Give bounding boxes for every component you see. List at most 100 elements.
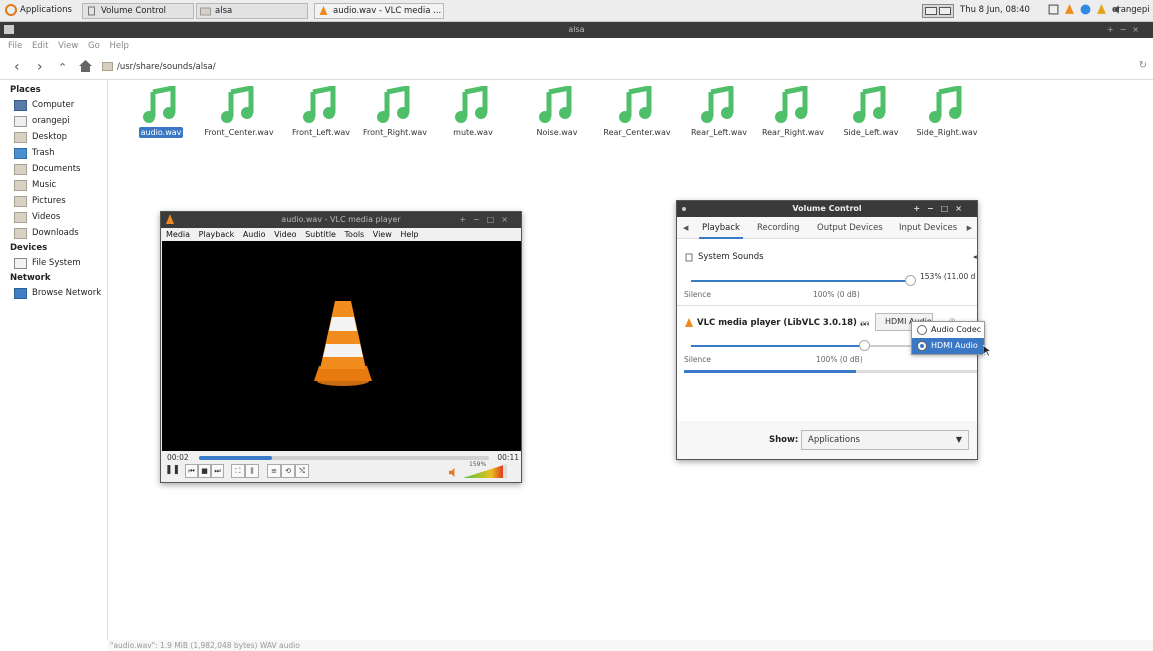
menu-file[interactable]: File (8, 41, 22, 51)
fullscreen-button[interactable]: ⛶ (231, 464, 245, 478)
tab-playback[interactable]: Playback (699, 217, 743, 239)
radio-hdmi-audio[interactable] (917, 341, 927, 351)
vlc-menu-tools[interactable]: Tools (345, 230, 365, 239)
sidebar-item-videos[interactable]: Videos (0, 209, 107, 225)
vlc-menu-video[interactable]: Video (274, 230, 296, 239)
forward-icon[interactable]: › (37, 59, 43, 75)
vlc-controls: ❚❚ ⏮ ■ ⏭ ⛶ ⫼ ≡ ⟲ ⤭ 159% (165, 461, 519, 480)
menu-help[interactable]: Help (109, 41, 128, 51)
file-manager-titlebar[interactable]: alsa +−× (0, 22, 1153, 38)
audio-file-icon (221, 86, 254, 123)
mouse-cursor-icon (983, 345, 992, 357)
clipboard-icon[interactable] (1048, 4, 1059, 15)
next-button[interactable]: ⏭ (211, 464, 224, 478)
menu-view[interactable]: View (58, 41, 78, 51)
user-name[interactable]: orangepi (1112, 5, 1150, 15)
volume-control-titlebar[interactable]: Volume Control +−□× (677, 201, 977, 217)
task-vlc[interactable]: audio.wav - VLC media ... (314, 3, 444, 19)
menu-edit[interactable]: Edit (32, 41, 48, 51)
sidebar-item-downloads[interactable]: Downloads (0, 225, 107, 241)
total-time: 00:11 (497, 453, 519, 462)
task-alsa-folder[interactable]: alsa (196, 3, 308, 19)
file-item[interactable]: Rear_Right.wav (750, 86, 836, 138)
workspace-switcher[interactable] (922, 4, 954, 18)
workspace-1[interactable] (925, 7, 937, 15)
file-item[interactable]: Front_Center.wav (196, 86, 282, 138)
vlc-titlebar[interactable]: audio.wav - VLC media player +−□× (161, 212, 521, 228)
window-menu-icon[interactable] (682, 207, 686, 211)
folder-icon (200, 7, 211, 16)
window-controls[interactable]: +−× (1107, 22, 1145, 38)
applications-icon (5, 4, 17, 16)
sidebar-item-pictures[interactable]: Pictures (0, 193, 107, 209)
file-item[interactable]: Noise.wav (514, 86, 600, 138)
shuffle-button[interactable]: ⤭ (295, 464, 309, 478)
vlc-cone-logo (314, 301, 372, 386)
stop-button[interactable]: ■ (198, 464, 211, 478)
system-sounds-slider[interactable] (905, 275, 916, 286)
vlc-menu-audio[interactable]: Audio (243, 230, 266, 239)
tabs-scroll-left-icon[interactable]: ◀ (683, 217, 688, 239)
vlc-menu-subtitle[interactable]: Subtitle (305, 230, 336, 239)
sidebar-item-file-system[interactable]: File System (0, 255, 107, 271)
audio-file-icon (853, 86, 886, 123)
update-icon[interactable] (1096, 4, 1107, 15)
vlc-cone-icon (319, 6, 328, 15)
tab-recording[interactable]: Recording (757, 217, 800, 239)
task-volume-control[interactable]: Volume Control (82, 3, 194, 19)
system-sounds-100-mark: 100% (0 dB) (813, 290, 860, 299)
workspace-2[interactable] (939, 7, 951, 15)
window-controls[interactable]: +−□× (913, 201, 969, 217)
vlc-menu-media[interactable]: Media (166, 230, 190, 239)
extended-settings-button[interactable]: ⫼ (245, 464, 259, 478)
applications-menu[interactable]: Applications (2, 3, 84, 19)
volume-control[interactable]: 159% (449, 461, 507, 478)
device-option-audio-codec[interactable]: Audio Codec (912, 322, 984, 338)
vlc-stream-slider-fill (691, 345, 863, 347)
file-item[interactable]: Rear_Center.wav (594, 86, 680, 138)
sidebar-item-documents[interactable]: Documents (0, 161, 107, 177)
vlc-video-area[interactable] (162, 241, 521, 451)
tabs-scroll-right-icon[interactable]: ▶ (967, 217, 972, 239)
show-filter-bar: Show: Applications ▼ (677, 423, 977, 459)
menu-go[interactable]: Go (88, 41, 100, 51)
file-item[interactable]: audio.wav (118, 86, 204, 138)
back-icon[interactable]: ‹ (14, 59, 20, 75)
location-path[interactable]: /usr/share/sounds/alsa/ (117, 62, 216, 72)
vlc-tray-icon[interactable] (1064, 4, 1075, 15)
window-controls[interactable]: +−□× (459, 212, 515, 228)
pause-button[interactable]: ❚❚ (165, 464, 180, 478)
vlc-menu-playback[interactable]: Playback (199, 230, 235, 239)
sidebar-item-trash[interactable]: Trash (0, 145, 107, 161)
sidebar-item-browse-network[interactable]: Browse Network (0, 285, 107, 301)
up-icon[interactable]: ⌃ (58, 61, 67, 74)
sidebar-item-desktop[interactable]: Desktop (0, 129, 107, 145)
drive-icon (14, 258, 27, 269)
file-item[interactable]: mute.wav (430, 86, 516, 138)
reload-icon[interactable]: ↻ (1139, 60, 1147, 71)
file-item[interactable]: Side_Right.wav (904, 86, 990, 138)
file-item[interactable]: Side_Left.wav (828, 86, 914, 138)
vlc-menu-help[interactable]: Help (400, 230, 418, 239)
seek-slider[interactable] (199, 456, 489, 460)
volume-slider[interactable] (463, 464, 507, 478)
previous-button[interactable]: ⏮ (185, 464, 198, 478)
file-name: Front_Right.wav (362, 128, 428, 137)
loop-button[interactable]: ⟲ (281, 464, 295, 478)
file-item[interactable]: Front_Right.wav (352, 86, 438, 138)
vlc-menu-view[interactable]: View (373, 230, 392, 239)
sidebar-item-computer[interactable]: Computer (0, 97, 107, 113)
network-icon[interactable] (1080, 4, 1091, 15)
radio-audio-codec[interactable] (917, 325, 927, 335)
home-icon[interactable] (79, 60, 92, 72)
tab-output-devices[interactable]: Output Devices (817, 217, 883, 239)
playlist-button[interactable]: ≡ (267, 464, 281, 478)
tab-input-devices[interactable]: Input Devices (899, 217, 957, 239)
vlc-stream-name: VLC media player (LibVLC 3.0.18) ... (697, 318, 870, 328)
sidebar-item-music[interactable]: Music (0, 177, 107, 193)
device-option-hdmi-audio[interactable]: HDMI Audio (912, 338, 984, 354)
show-filter-select[interactable]: Applications ▼ (801, 430, 969, 450)
sidebar-item-home[interactable]: orangepi (0, 113, 107, 129)
vlc-stream-slider[interactable] (859, 340, 870, 351)
clock[interactable]: Thu 8 Jun, 08:40 (960, 5, 1030, 15)
